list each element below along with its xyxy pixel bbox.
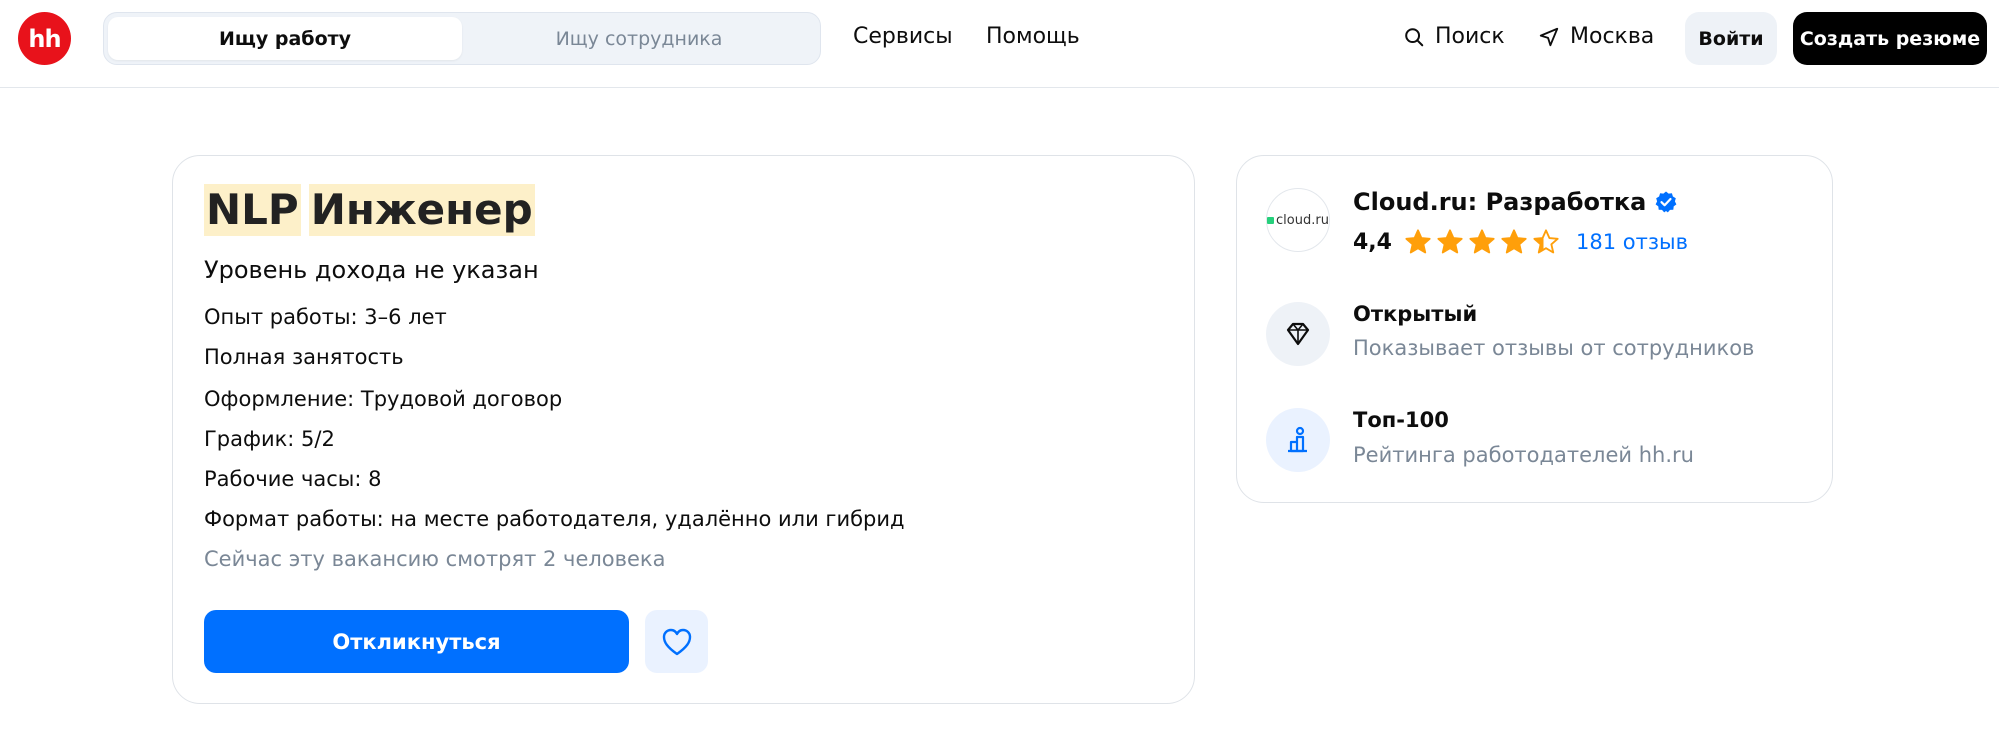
city-selector[interactable]: Москва — [1538, 24, 1654, 49]
working-hours: Рабочие часы: 8 — [204, 467, 382, 491]
salary: Уровень дохода не указан — [204, 256, 539, 284]
badge-top-subtitle: Рейтинга работодателей hh.ru — [1353, 443, 1694, 467]
verified-icon — [1655, 191, 1677, 213]
star-icon — [1533, 229, 1559, 254]
favorite-button[interactable] — [645, 610, 708, 673]
nav-help[interactable]: Помощь — [986, 24, 1080, 49]
star-icon — [1501, 229, 1527, 254]
apply-button[interactable]: Откликнуться — [204, 610, 629, 673]
company-rating: 4,4 181 отзыв — [1353, 228, 1688, 256]
hh-logo[interactable]: hh — [18, 12, 71, 65]
schedule: График: 5/2 — [204, 427, 335, 451]
reviews-link[interactable]: 181 отзыв — [1576, 230, 1688, 254]
search-icon — [1405, 27, 1424, 46]
contract-type: Оформление: Трудовой договор — [204, 387, 563, 411]
search-button[interactable]: Поиск — [1403, 24, 1505, 49]
nav-services[interactable]: Сервисы — [853, 24, 953, 49]
heart-icon — [662, 628, 691, 655]
vacancy-title-word: NLP — [204, 184, 301, 236]
vacancy-title-word: Инженер — [308, 184, 535, 236]
company-logo[interactable]: cloud.ru — [1266, 188, 1330, 252]
rating-value: 4,4 — [1353, 229, 1392, 255]
badge-top-icon-wrap — [1266, 408, 1330, 472]
experience: Опыт работы: 3–6 лет — [204, 305, 447, 329]
vacancy-card: NLP Инженер Уровень дохода не указан Опы… — [172, 155, 1195, 704]
badge-top-title: Топ-100 — [1353, 408, 1449, 432]
badge-open-title: Открытый — [1353, 302, 1478, 326]
work-format: Формат работы: на месте работодателя, уд… — [204, 507, 905, 531]
site-header: hh Ищу работу Ищу сотрудника Сервисы Пом… — [0, 0, 1999, 88]
role-switch: Ищу работу Ищу сотрудника — [103, 12, 821, 65]
city-label: Москва — [1570, 24, 1655, 49]
star-icon — [1405, 229, 1431, 254]
search-label: Поиск — [1435, 24, 1505, 49]
company-card: cloud.ru Cloud.ru: Разработка 4,4 181 от… — [1236, 155, 1833, 503]
employment-type: Полная занятость — [204, 345, 404, 369]
badge-open-subtitle: Показывает отзывы от сотрудников — [1353, 336, 1755, 360]
star-icon — [1437, 229, 1463, 254]
company-logo-text: cloud.ru — [1276, 212, 1329, 228]
badge-open-icon-wrap — [1266, 302, 1330, 366]
vacancy-title: NLP Инженер — [204, 184, 535, 236]
viewers-count: Сейчас эту вакансию смотрят 2 человека — [204, 547, 666, 571]
diamond-icon — [1286, 322, 1310, 346]
tab-employer[interactable]: Ищу сотрудника — [462, 17, 816, 60]
login-button[interactable]: Войти — [1685, 12, 1777, 65]
podium-icon — [1288, 426, 1307, 453]
company-name-link[interactable]: Cloud.ru: Разработка — [1353, 188, 1678, 216]
company-name: Cloud.ru: Разработка — [1353, 188, 1647, 216]
tab-job-seeker[interactable]: Ищу работу — [108, 17, 462, 60]
star-icon — [1469, 229, 1495, 254]
rating-stars — [1404, 228, 1560, 256]
location-arrow-icon — [1539, 27, 1559, 46]
cloud-logo-mark — [1267, 216, 1275, 224]
create-resume-button[interactable]: Создать резюме — [1793, 12, 1987, 65]
